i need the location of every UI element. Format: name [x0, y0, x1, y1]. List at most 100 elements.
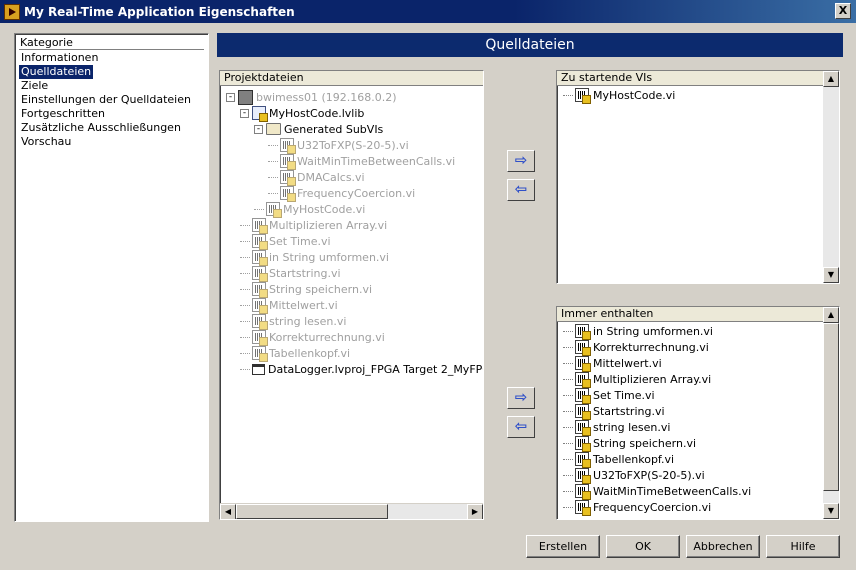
list-item[interactable]: Startstring.vi [563, 403, 665, 420]
tree-item[interactable]: U32ToFXP(S-20-5).vi [268, 137, 409, 154]
tree-item[interactable]: Tabellenkopf.vi [240, 345, 351, 362]
cancel-button[interactable]: Abbrechen [686, 535, 760, 558]
vi-icon [252, 282, 268, 298]
tree-connector [563, 442, 573, 444]
category-item[interactable]: Informationen [19, 51, 204, 65]
collapse-icon[interactable]: - [240, 108, 249, 118]
project-tree[interactable]: - bwimess01 (192.168.0.2) - MyHostCode.lvli… [220, 87, 483, 503]
tree-item[interactable]: FrequencyCoercion.vi [268, 185, 415, 202]
vertical-scrollbar[interactable]: ▲ ▼ [823, 307, 839, 519]
scroll-down-icon[interactable]: ▼ [823, 267, 839, 283]
title-bar: My Real-Time Application Eigenschaften X [0, 0, 856, 23]
always-included-items[interactable]: in String umformen.vi Korrekturrechnung.v… [557, 323, 823, 519]
list-item[interactable]: U32ToFXP(S-20-5).vi [563, 467, 705, 484]
list-item[interactable]: string lesen.vi [563, 419, 670, 436]
list-item[interactable]: MyHostCode.vi [563, 87, 675, 104]
tree-item[interactable]: String speichern.vi [240, 281, 373, 298]
list-item-label: Korrekturrechnung.vi [593, 340, 709, 354]
folder-icon [266, 123, 281, 135]
tree-connector [563, 410, 573, 412]
vi-icon [575, 340, 591, 356]
scroll-thumb[interactable] [823, 323, 839, 491]
scroll-right-icon[interactable]: ▶ [467, 504, 483, 519]
tree-item[interactable]: WaitMinTimeBetweenCalls.vi [268, 153, 455, 170]
vi-icon [252, 346, 268, 362]
tree-item[interactable]: Set Time.vi [240, 233, 331, 250]
category-item-label: Quelldateien [19, 65, 94, 79]
list-item[interactable]: Set Time.vi [563, 387, 655, 404]
category-item-label: Informationen [21, 51, 99, 64]
vi-icon [266, 202, 282, 218]
collapse-icon[interactable]: - [254, 124, 263, 134]
scroll-up-icon[interactable]: ▲ [823, 307, 839, 323]
vi-icon [575, 356, 591, 372]
tree-connector [563, 490, 573, 492]
tree-item[interactable]: DataLogger.lvproj_FPGA Target 2_MyFPGA [240, 361, 483, 377]
tree-item[interactable]: DMACalcs.vi [268, 169, 365, 186]
tree-item[interactable]: Startstring.vi [240, 265, 341, 282]
category-item[interactable]: Fortgeschritten [19, 107, 204, 121]
list-item[interactable]: String speichern.vi [563, 435, 696, 452]
help-button[interactable]: Hilfe [766, 535, 840, 558]
vi-icon [575, 324, 591, 340]
scroll-up-icon[interactable]: ▲ [823, 71, 839, 87]
vi-icon [252, 298, 268, 314]
tree-connector [563, 506, 573, 508]
list-item-label: FrequencyCoercion.vi [593, 500, 712, 514]
list-item[interactable]: in String umformen.vi [563, 323, 713, 340]
labview-app-icon [4, 3, 20, 20]
tree-item-label: Tabellenkopf.vi [269, 346, 351, 360]
list-item[interactable]: WaitMinTimeBetweenCalls.vi [563, 483, 751, 500]
category-item[interactable]: Vorschau [19, 135, 204, 149]
build-button[interactable]: Erstellen [526, 535, 600, 558]
tree-item-label: in String umformen.vi [269, 250, 389, 264]
tree-connector [563, 378, 573, 380]
tree-connector [563, 394, 573, 396]
list-item[interactable]: Tabellenkopf.vi [563, 451, 674, 468]
startup-vis-header: Zu startende VIs [557, 71, 823, 86]
collapse-icon[interactable]: - [226, 92, 235, 102]
tree-connector [240, 304, 250, 306]
remove-from-always-included-button[interactable]: ⇦ [507, 416, 535, 438]
vi-icon [575, 420, 591, 436]
list-item[interactable]: Multiplizieren Array.vi [563, 371, 712, 388]
list-item[interactable]: Mittelwert.vi [563, 355, 662, 372]
tree-item[interactable]: - MyHostCode.lvlib [240, 105, 364, 122]
add-to-start-vis-button[interactable]: ⇨ [507, 150, 535, 172]
tree-connector [563, 474, 573, 476]
category-item-label: Einstellungen der Quelldateien [21, 93, 191, 106]
vertical-scrollbar[interactable]: ▲ ▼ [823, 71, 839, 283]
category-header: Kategorie [19, 37, 204, 50]
category-item[interactable]: Ziele [19, 79, 204, 93]
scroll-thumb[interactable] [236, 504, 388, 519]
category-item[interactable]: Einstellungen der Quelldateien [19, 93, 204, 107]
tree-item-label: String speichern.vi [269, 282, 373, 296]
tree-item[interactable]: Mittelwert.vi [240, 297, 338, 314]
tree-connector [240, 320, 250, 322]
list-item-label: Multiplizieren Array.vi [593, 372, 712, 386]
tree-connector [240, 368, 250, 370]
vi-icon [575, 436, 591, 452]
tree-item[interactable]: Multiplizieren Array.vi [240, 217, 387, 234]
list-item[interactable]: Korrekturrechnung.vi [563, 339, 709, 356]
tree-item[interactable]: Korrekturrechnung.vi [240, 329, 385, 346]
category-item[interactable]: Zusätzliche Ausschließungen [19, 121, 204, 135]
tree-item-label: Generated SubVIs [284, 122, 384, 136]
remove-from-start-vis-button[interactable]: ⇦ [507, 179, 535, 201]
tree-item[interactable]: in String umformen.vi [240, 249, 389, 266]
scroll-left-icon[interactable]: ◀ [220, 504, 236, 519]
scroll-down-icon[interactable]: ▼ [823, 503, 839, 519]
category-item[interactable]: Quelldateien [19, 65, 204, 79]
list-item[interactable]: FrequencyCoercion.vi [563, 499, 712, 516]
startup-vis-items[interactable]: MyHostCode.vi [557, 87, 823, 283]
tree-item[interactable]: string lesen.vi [240, 313, 346, 330]
add-to-always-included-button[interactable]: ⇨ [507, 387, 535, 409]
page-title: Quelldateien [217, 33, 843, 57]
ok-button[interactable]: OK [606, 535, 680, 558]
tree-item[interactable]: MyHostCode.vi [254, 201, 365, 218]
vi-icon [575, 484, 591, 500]
close-icon[interactable]: X [835, 3, 851, 19]
tree-item[interactable]: - bwimess01 (192.168.0.2) [226, 89, 397, 105]
tree-item[interactable]: - Generated SubVIs [254, 121, 383, 137]
horizontal-scrollbar[interactable]: ◀ ▶ [220, 503, 483, 519]
